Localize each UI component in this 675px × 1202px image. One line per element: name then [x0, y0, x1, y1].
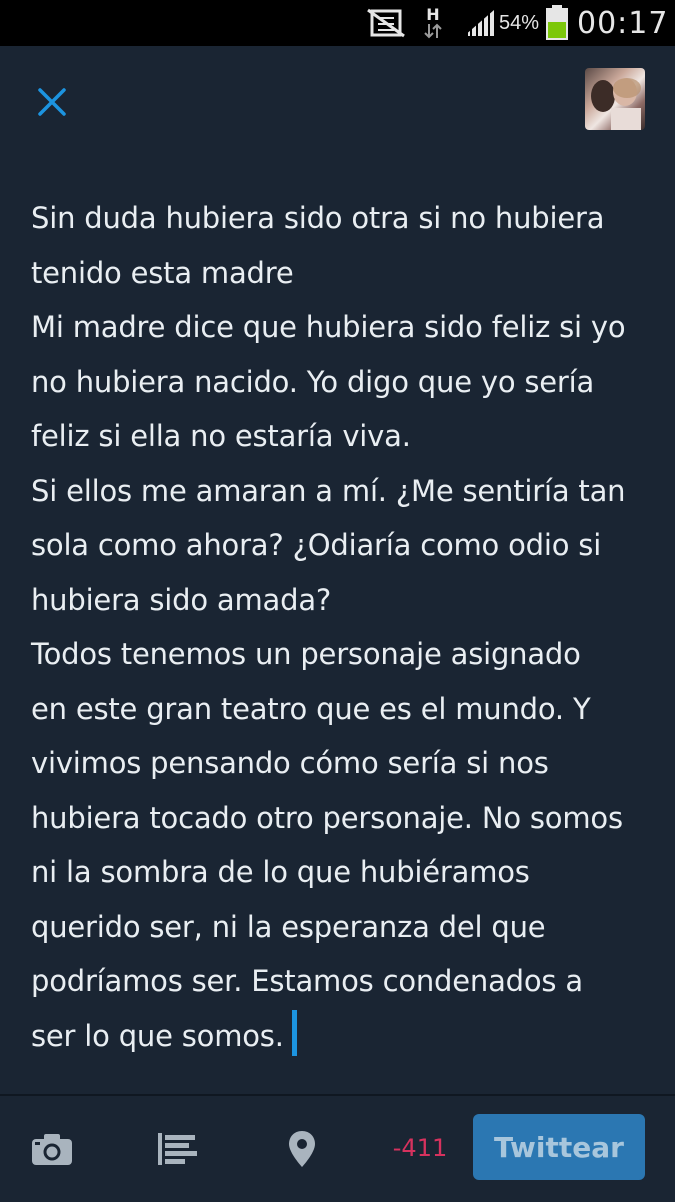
status-bar: H 54% 00:17: [0, 0, 675, 46]
avatar[interactable]: [585, 68, 645, 130]
clock: 00:17: [577, 5, 669, 41]
location-pin-icon: [289, 1131, 315, 1167]
camera-button[interactable]: [30, 1127, 74, 1171]
tweet-compose-textarea[interactable]: Sin duda hubiera sido otra si no hubiera…: [31, 191, 651, 1063]
tweet-text-content: Sin duda hubiera sido otra si no hubiera…: [31, 201, 626, 1053]
character-count: -411: [392, 1134, 448, 1162]
network-h-icon: H: [424, 0, 442, 46]
close-icon: [38, 88, 66, 116]
battery-icon: [545, 0, 569, 46]
location-button[interactable]: [286, 1127, 318, 1171]
list-button[interactable]: [156, 1127, 200, 1171]
battery-percent: 54%: [499, 11, 540, 34]
text-cursor: [291, 1009, 297, 1056]
camera-icon: [32, 1134, 72, 1165]
tweet-button[interactable]: Twittear: [473, 1114, 645, 1180]
list-icon: [158, 1133, 197, 1165]
close-button[interactable]: [28, 78, 76, 126]
vibrate-muted-icon: [366, 0, 406, 46]
signal-icon: [462, 0, 496, 46]
